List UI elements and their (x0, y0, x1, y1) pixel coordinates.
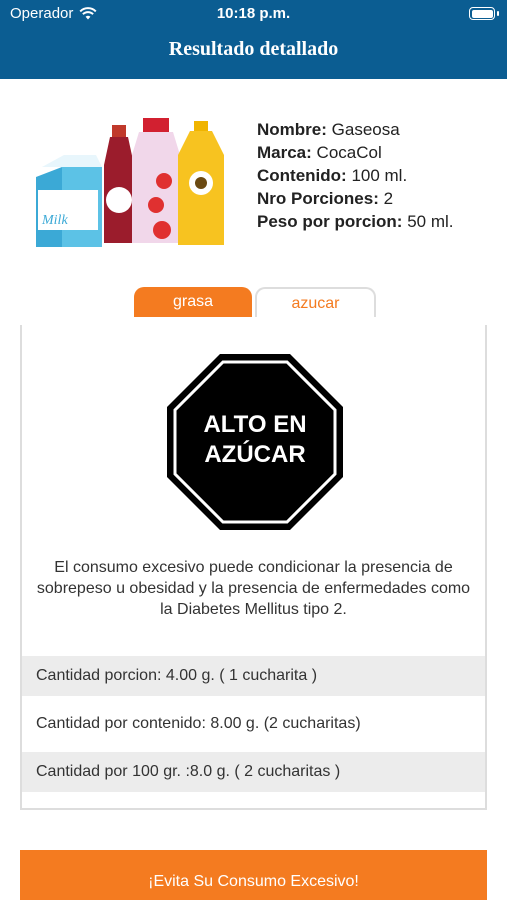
info-row-peso: Peso por porcion: 50 ml. (257, 212, 454, 231)
warning-description: El consumo excesivo puede condicionar la… (36, 559, 471, 618)
seal-line-2: AZÚCAR (204, 440, 305, 468)
amount-row: Cantidad por contenido: 8.00 g. (2 cucha… (36, 715, 361, 732)
warning-panel: ALTO EN AZÚCAR El consumo excesivo puede… (20, 325, 487, 810)
product-image: Milk (36, 118, 224, 247)
tab-azucar[interactable]: azucar (255, 287, 376, 317)
info-row-marca: Marca: CocaCol (257, 143, 382, 162)
svg-text:Milk: Milk (41, 213, 68, 228)
info-row-contenido: Contenido: 100 ml. (257, 166, 408, 185)
status-bar: Operador 10:18 p.m. (0, 0, 507, 28)
info-row-nombre: Nombre: Gaseosa (257, 120, 400, 139)
status-time: 10:18 p.m. (216, 5, 291, 22)
tab-grasa[interactable]: grasa (134, 287, 252, 317)
info-row-porciones: Nro Porciones: 2 (257, 189, 394, 208)
battery-icon (469, 7, 499, 20)
amount-row: Cantidad por 100 gr. :8.0 g. ( 2 cuchari… (22, 752, 485, 792)
page-title: Resultado detallado (168, 38, 339, 60)
navigation-bar: Operador 10:18 p.m. Resultado detallado (0, 0, 507, 79)
evita-consumo-button[interactable]: ¡Evita Su Consumo Excesivo! (20, 850, 487, 900)
amount-row: Cantidad porcion: 4.00 g. ( 1 cucharita … (22, 656, 485, 696)
product-info: Nombre: Gaseosa Marca: CocaCol Contenido… (257, 118, 457, 233)
alto-en-azucar-seal: ALTO EN AZÚCAR (167, 354, 343, 530)
seal-line-1: ALTO EN (203, 411, 306, 438)
